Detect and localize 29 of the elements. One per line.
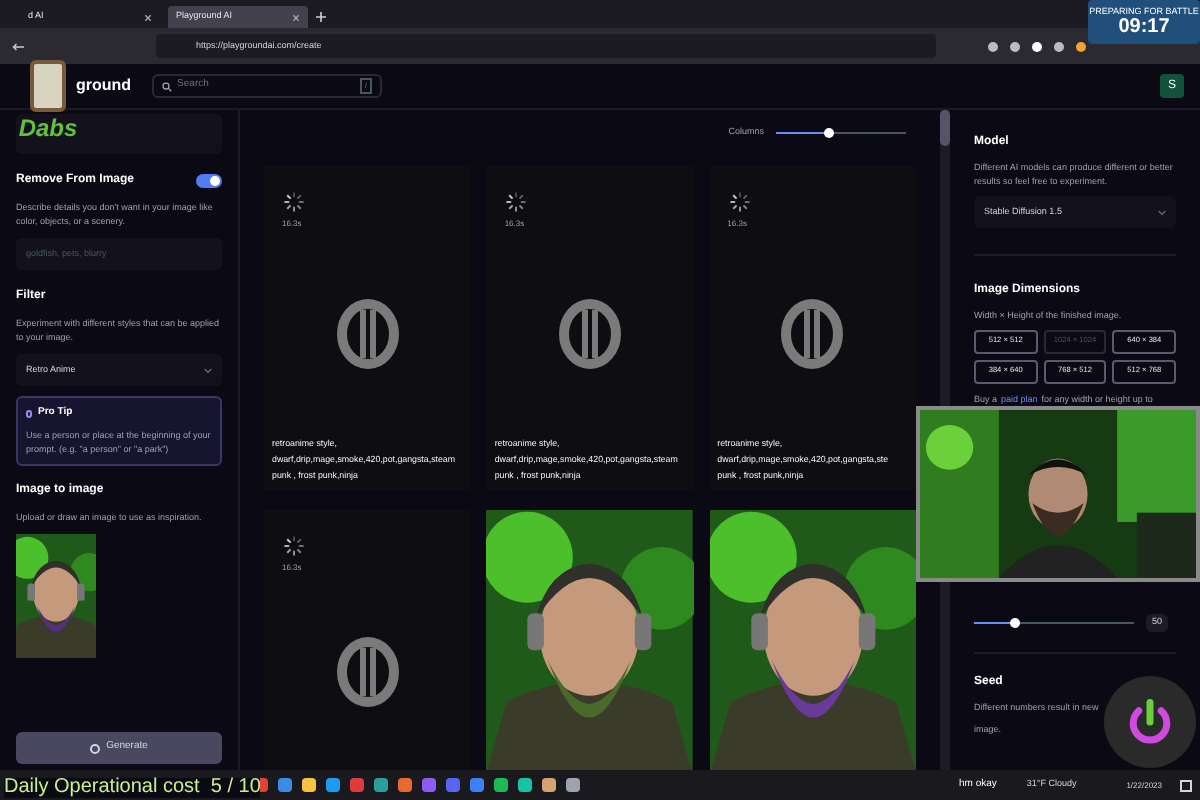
spinner-icon bbox=[504, 190, 529, 214]
brand-name: ground bbox=[76, 74, 132, 98]
columns-slider[interactable] bbox=[776, 126, 906, 138]
notification-icon[interactable] bbox=[1180, 779, 1192, 791]
toggle-switch[interactable] bbox=[196, 174, 222, 188]
steps-slider[interactable] bbox=[974, 616, 1134, 629]
extension-icon[interactable] bbox=[1076, 41, 1086, 51]
back-icon[interactable] bbox=[12, 41, 24, 51]
extension-icon[interactable] bbox=[1054, 41, 1064, 51]
chevron-down-icon bbox=[204, 367, 212, 373]
spinner-icon bbox=[727, 190, 752, 214]
chevron-down-icon bbox=[1158, 209, 1166, 215]
extension-icon[interactable] bbox=[988, 41, 998, 51]
spinner-icon bbox=[282, 190, 306, 214]
placeholder-icon bbox=[335, 636, 400, 708]
extension-icon[interactable] bbox=[1010, 41, 1020, 51]
placeholder-icon bbox=[780, 297, 845, 369]
placeholder-icon bbox=[335, 297, 400, 369]
prompt-field[interactable] bbox=[16, 114, 222, 154]
new-tab-icon[interactable] bbox=[316, 12, 326, 22]
cost-counter: Daily Operational cost 5 / 10 bbox=[4, 778, 261, 798]
scrollbar-thumb[interactable] bbox=[940, 110, 950, 146]
close-icon[interactable] bbox=[292, 13, 300, 21]
placeholder-icon bbox=[557, 297, 622, 369]
power-icon bbox=[1104, 676, 1196, 768]
spinner-icon bbox=[282, 534, 306, 558]
search-icon bbox=[161, 81, 172, 91]
close-icon[interactable] bbox=[144, 13, 152, 21]
extension-icon[interactable] bbox=[1032, 41, 1042, 51]
